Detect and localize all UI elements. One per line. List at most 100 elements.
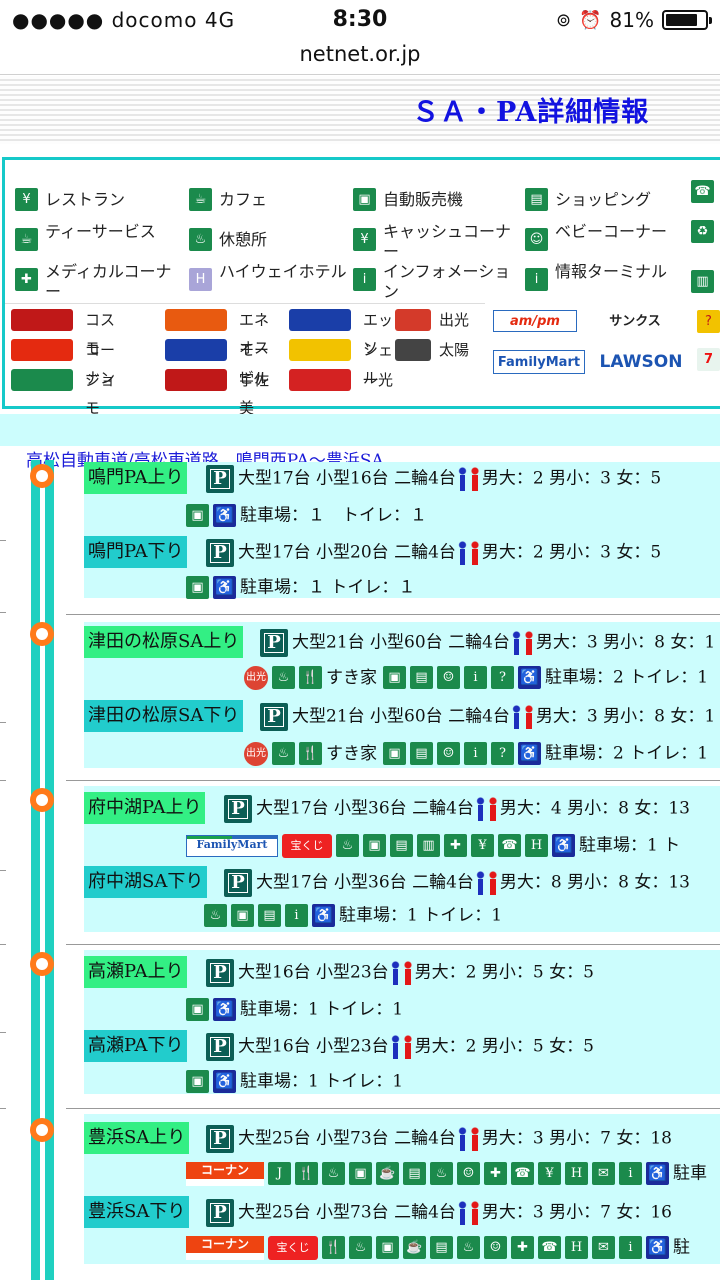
brand-logo [165,339,227,361]
url-bar[interactable]: netnet.or.jp [0,40,720,74]
brand-logo [165,369,227,391]
baby-corner-icon: ☺ [525,228,548,251]
section-divider [66,780,720,781]
divider [0,74,720,75]
toilet-count: 男大：3 男小：8 女：1 [535,632,716,653]
rest-area-icon: ♨ [272,666,295,689]
rest-area-icon: ♨ [349,1236,372,1259]
legend-item: ▤ ショッピング [519,180,691,220]
area-name[interactable]: 津田の松原SA上り [84,626,244,658]
wheelchair-icon: ♿ [552,834,575,857]
parking-capacity: 大型17台 小型36台 二輪4台 [256,872,474,893]
toilet-count: 男大：3 男小：7 女：18 [481,1128,672,1149]
area-name[interactable]: 豊浜SA下り [84,1196,190,1228]
divider [0,1032,6,1033]
parking-capacity: 大型21台 小型60台 二輪4台 [292,632,510,653]
brand-logo [11,339,73,361]
route-band [0,414,720,446]
rest-area-icon: ♨ [430,1162,453,1185]
area-notes: 駐車場：1 トイレ：1 [240,999,404,1020]
info-terminal-icon: i [525,268,548,291]
parking-icon: P [206,1032,234,1061]
area-name[interactable]: 豊浜SA上り [84,1122,190,1154]
jomo-logo: J [268,1162,291,1185]
parking-icon: P [206,1198,234,1227]
section-divider [66,614,720,615]
information-icon: i [464,742,487,765]
divider [0,944,6,945]
parking-icon: P [260,702,288,731]
route-node [30,1118,54,1142]
toilet-count: 男大：3 男小：8 女：1 [535,706,716,727]
toilet-icon [510,630,536,655]
route-node [30,622,54,646]
brand-logo [289,309,351,331]
brand-logo [395,339,431,361]
wheelchair-icon: ♿ [213,576,236,599]
parking-icon: P [206,464,234,493]
area-facilities: ▣ ♿ 駐車場：1 トイレ：1 [186,994,403,1024]
area-facilities: コーナン 宝くじ 🍴 ♨ ▣ ☕ ▤ ♨ ☺ ✚ ☎ H ✉ i ♿ 駐 [186,1232,690,1262]
area-name[interactable]: 高瀬PA上り [84,956,188,988]
toilet-icon [389,1034,415,1059]
kokonan-logo: コーナン [186,1235,264,1260]
brand-logo [11,369,73,391]
shopping-icon: ▤ [410,666,433,689]
legend-item: i インフォメーション [347,260,519,300]
vending-machine-icon: ▣ [349,1162,372,1185]
wheelchair-icon: ♿ [518,666,541,689]
parking-capacity: 大型25台 小型73台 二輪4台 [238,1128,456,1149]
area-facilities: コーナン J 🍴 ♨ ▣ ☕ ▤ ♨ ☺ ✚ ☎ ¥ H ✉ i ♿ 駐車 [186,1158,707,1188]
area-notes: 駐車場：2 トイレ：1 [545,667,709,688]
vending-machine-icon: ▣ [231,904,254,927]
toilet-count: 男大：2 男小：5 女：5 [414,1036,594,1057]
legend-brand: ジョモ [9,366,129,417]
area-name[interactable]: 鳴門PA下り [84,536,188,568]
legend-label: ベビーコーナー [555,222,668,241]
vending-machine-icon: ▣ [383,666,406,689]
area-name[interactable]: 鳴門PA上り [84,462,188,494]
help-icon: ? [491,666,514,689]
divider [0,1108,6,1109]
restaurant-icon: 🍴 [322,1236,345,1259]
legend-label: 自動販売機 [383,190,464,209]
brand-logo [395,309,431,331]
legend-brand: コスモ [9,306,129,357]
rest-area-icon: ♨ [457,1236,480,1259]
area-summary: P 大型16台 小型23台 男大：2 男小：5 女：5 [206,956,594,988]
legend-label: 情報ターミナル [555,262,668,281]
baby-corner-icon: ☺ [457,1162,480,1185]
baby-corner-icon: ☺ [437,742,460,765]
legend-label: キャッシュコーナー [383,222,512,260]
parking-capacity: 大型16台 小型23台 [238,962,389,983]
parking-icon: P [206,538,234,567]
route-rail [45,460,54,1280]
store-logo: LAWSON [589,350,693,374]
toilet-icon [456,466,482,491]
cash-corner-icon: ¥ [353,228,376,251]
legend-label: ハイウェイホテル [219,262,347,281]
legend-item: ☕ カフェ [183,180,355,220]
area-facilities: FamilyMart 宝くじ ♨ ▣ ▤ ▥ ✚ ¥ ☎ H ♿ 駐車場：1 ト [186,830,680,860]
area-summary: P 大型21台 小型60台 二輪4台 男大：3 男小：8 女：1 [260,626,715,658]
shopping-icon: ▤ [258,904,281,927]
toilet-count: 男大：2 男小：3 女：5 [481,468,662,489]
area-summary: P 大型21台 小型60台 二輪4台 男大：3 男小：8 女：1 [260,700,715,732]
area-notes: 駐 [673,1237,690,1258]
legend-item: ☺ ベビーコーナー [519,220,691,260]
area-name[interactable]: 府中湖PA上り [84,792,206,824]
rest-area-icon: ♨ [322,1162,345,1185]
area-notes: 駐車場：2 トイレ：1 [545,743,709,764]
legend-brand: シェル [287,336,407,387]
area-summary: P 大型25台 小型73台 二輪4台 男大：3 男小：7 女：18 [206,1122,672,1154]
help-icon: ? [491,742,514,765]
area-notes: 駐車 [673,1163,707,1184]
area-name[interactable]: 津田の松原SA下り [84,700,244,732]
toilet-count: 男大：2 男小：3 女：5 [481,542,662,563]
vending-machine-icon: ▣ [186,504,209,527]
area-name[interactable]: 高瀬PA下り [84,1030,188,1062]
area-name[interactable]: 府中湖SA下り [84,866,208,898]
area-facilities: 出光 ♨ 🍴 すき家 ▣ ▤ ☺ i? ♿ 駐車場：2 トイレ：1 [244,662,708,692]
legend-brand-label: 出光 [439,311,470,329]
medical-corner-icon: ✚ [484,1162,507,1185]
